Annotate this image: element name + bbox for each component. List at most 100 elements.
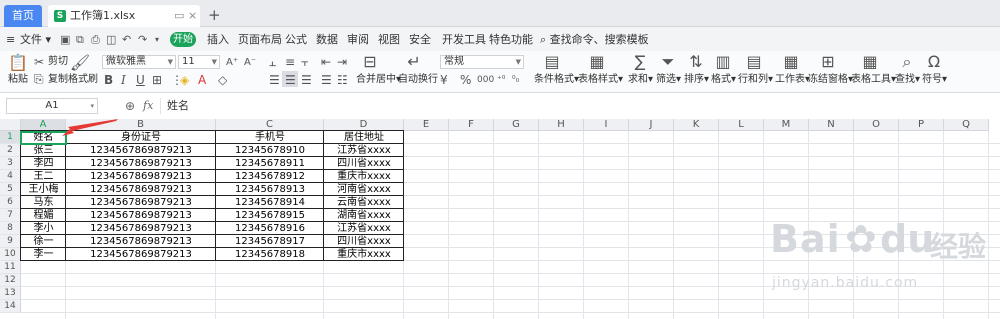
menu-security[interactable]: 安全 — [409, 32, 431, 47]
column-header-f[interactable]: F — [449, 119, 494, 131]
table-tools-label[interactable]: 表格工具▾ — [851, 74, 896, 86]
formula-input[interactable]: 姓名 — [160, 98, 995, 114]
zoom-icon[interactable]: ⊕ — [125, 98, 135, 114]
menu-special[interactable]: 特色功能 — [489, 32, 533, 47]
align-left-icon[interactable]: ☰ — [269, 73, 280, 87]
row-header-10[interactable]: 10 — [0, 248, 21, 261]
sort-label[interactable]: 排序▾ — [684, 74, 709, 86]
row-header-11[interactable]: 11 — [0, 261, 21, 274]
symbol-label[interactable]: 符号▾ — [922, 74, 947, 86]
format-painter-label[interactable]: 格式刷 — [68, 74, 98, 86]
row-header-9[interactable]: 9 — [0, 235, 21, 248]
table-tools-icon[interactable]: ▦ — [858, 53, 882, 71]
wrap-text-label[interactable]: 自动换行 — [398, 74, 438, 86]
conditional-format-icon[interactable]: ▤ — [540, 53, 564, 71]
screen-icon[interactable]: ▭ — [174, 10, 184, 22]
font-size-select[interactable]: 11 ▼ — [178, 55, 220, 69]
print-icon[interactable]: ⎙ — [91, 32, 100, 47]
worksheet-label[interactable]: 工作表▾ — [775, 74, 810, 86]
column-header-m[interactable]: M — [764, 119, 809, 131]
paste-icon[interactable]: 📋 — [6, 54, 30, 72]
thousands-icon[interactable]: 000 — [477, 73, 494, 87]
customize-chevron-icon[interactable]: ▾ — [155, 32, 159, 47]
bold-icon[interactable]: B — [104, 73, 113, 87]
filter-icon[interactable]: ⏷ — [656, 53, 680, 71]
column-header-l[interactable]: L — [719, 119, 764, 131]
menu-developer[interactable]: 开发工具 — [442, 32, 486, 47]
copy-icon[interactable]: ⎘ — [34, 72, 44, 86]
worksheet-icon[interactable]: ▦ — [779, 53, 803, 71]
fill-color-icon[interactable]: ◈ — [180, 73, 189, 87]
tab-home[interactable]: 首页 — [4, 5, 42, 27]
row-header-14[interactable]: 14 — [0, 300, 21, 313]
undo-icon[interactable]: ↶ — [122, 32, 131, 47]
align-middle-icon[interactable]: ≡ — [285, 55, 295, 69]
column-header-i[interactable]: I — [584, 119, 629, 131]
column-header-p[interactable]: P — [899, 119, 944, 131]
distribute-icon[interactable]: ☷ — [337, 73, 348, 87]
percent-icon[interactable]: % — [460, 73, 471, 87]
find-label[interactable]: 查找▾ — [895, 74, 920, 86]
format-label[interactable]: 格式▾ — [711, 74, 736, 86]
row-header-1[interactable]: 1 — [0, 131, 21, 144]
column-header-n[interactable]: N — [809, 119, 854, 131]
cut-icon[interactable]: ✂ — [34, 55, 44, 69]
merge-center-label[interactable]: 合并居中▾ — [356, 74, 401, 86]
format-painter-icon[interactable]: 🖌 — [68, 54, 92, 72]
hamburger-icon[interactable]: ≡ — [6, 32, 15, 47]
row-header-8[interactable]: 8 — [0, 222, 21, 235]
find-icon[interactable]: ⌕ — [895, 53, 919, 71]
table-style-label[interactable]: 表格样式▾ — [578, 74, 623, 86]
table-style-icon[interactable]: ▦ — [585, 53, 609, 71]
row-header-5[interactable]: 5 — [0, 183, 21, 196]
merge-center-icon[interactable]: ⊟ — [358, 53, 382, 71]
font-name-select[interactable]: 微软雅黑 ▼ — [102, 55, 176, 69]
close-icon[interactable]: × — [188, 10, 197, 22]
font-color-icon[interactable]: A — [198, 73, 206, 87]
menu-file[interactable]: 文件 ▾ — [20, 32, 51, 47]
indent-increase-icon[interactable]: ⇥ — [337, 55, 347, 69]
align-right-icon[interactable]: ☰ — [301, 73, 312, 87]
sum-icon[interactable]: ∑ — [628, 53, 652, 71]
paste-label[interactable]: 粘贴 — [8, 74, 28, 86]
align-bottom-icon[interactable]: ⫟ — [301, 55, 308, 69]
decrease-font-icon[interactable]: A⁻ — [244, 56, 256, 70]
export-icon[interactable]: ⧉ — [76, 32, 84, 47]
fx-icon[interactable]: fx — [143, 98, 153, 114]
symbol-icon[interactable]: Ω — [922, 53, 946, 71]
menu-data[interactable]: 数据 — [316, 32, 338, 47]
column-header-o[interactable]: O — [854, 119, 899, 131]
menu-formula[interactable]: 公式 — [285, 32, 307, 47]
decrease-decimal-icon[interactable]: ⁰₀ — [512, 73, 519, 87]
sum-label[interactable]: 求和▾ — [628, 74, 653, 86]
indent-decrease-icon[interactable]: ⇤ — [321, 55, 331, 69]
column-header-k[interactable]: K — [674, 119, 719, 131]
wrap-text-icon[interactable]: ↵ — [402, 53, 426, 71]
column-header-g[interactable]: G — [494, 119, 539, 131]
align-top-icon[interactable]: ⫠ — [269, 55, 276, 69]
column-header-h[interactable]: H — [539, 119, 584, 131]
row-header-3[interactable]: 3 — [0, 157, 21, 170]
name-box[interactable]: A1 ▾ — [6, 98, 98, 114]
justify-icon[interactable]: ☰ — [321, 73, 332, 87]
freeze-icon[interactable]: ⊞ — [816, 53, 840, 71]
filter-label[interactable]: 筛选▾ — [656, 74, 681, 86]
freeze-label[interactable]: 冻结窗格▾ — [808, 74, 853, 86]
cut-label[interactable]: 剪切 — [48, 56, 68, 68]
align-center-icon[interactable]: ☰ — [285, 73, 296, 87]
increase-decimal-icon[interactable]: ⁺⁰ — [497, 73, 505, 87]
column-header-j[interactable]: J — [629, 119, 674, 131]
save-icon[interactable]: ▣ — [60, 32, 70, 47]
tab-file[interactable]: S 工作簿1.xlsx ▭ × — [48, 5, 200, 27]
row-header-13[interactable]: 13 — [0, 287, 21, 300]
column-header-q[interactable]: Q — [944, 119, 989, 131]
menu-view[interactable]: 视图 — [378, 32, 400, 47]
conditional-format-label[interactable]: 条件格式▾ — [534, 74, 579, 86]
menu-page-layout[interactable]: 页面布局 — [238, 32, 282, 47]
menu-start[interactable]: 开始 — [170, 32, 196, 47]
select-all-corner[interactable] — [0, 119, 21, 131]
copy-label[interactable]: 复制 — [48, 74, 68, 86]
column-header-e[interactable]: E — [404, 119, 449, 131]
menu-review[interactable]: 审阅 — [347, 32, 369, 47]
row-col-icon[interactable]: ▤ — [742, 53, 766, 71]
